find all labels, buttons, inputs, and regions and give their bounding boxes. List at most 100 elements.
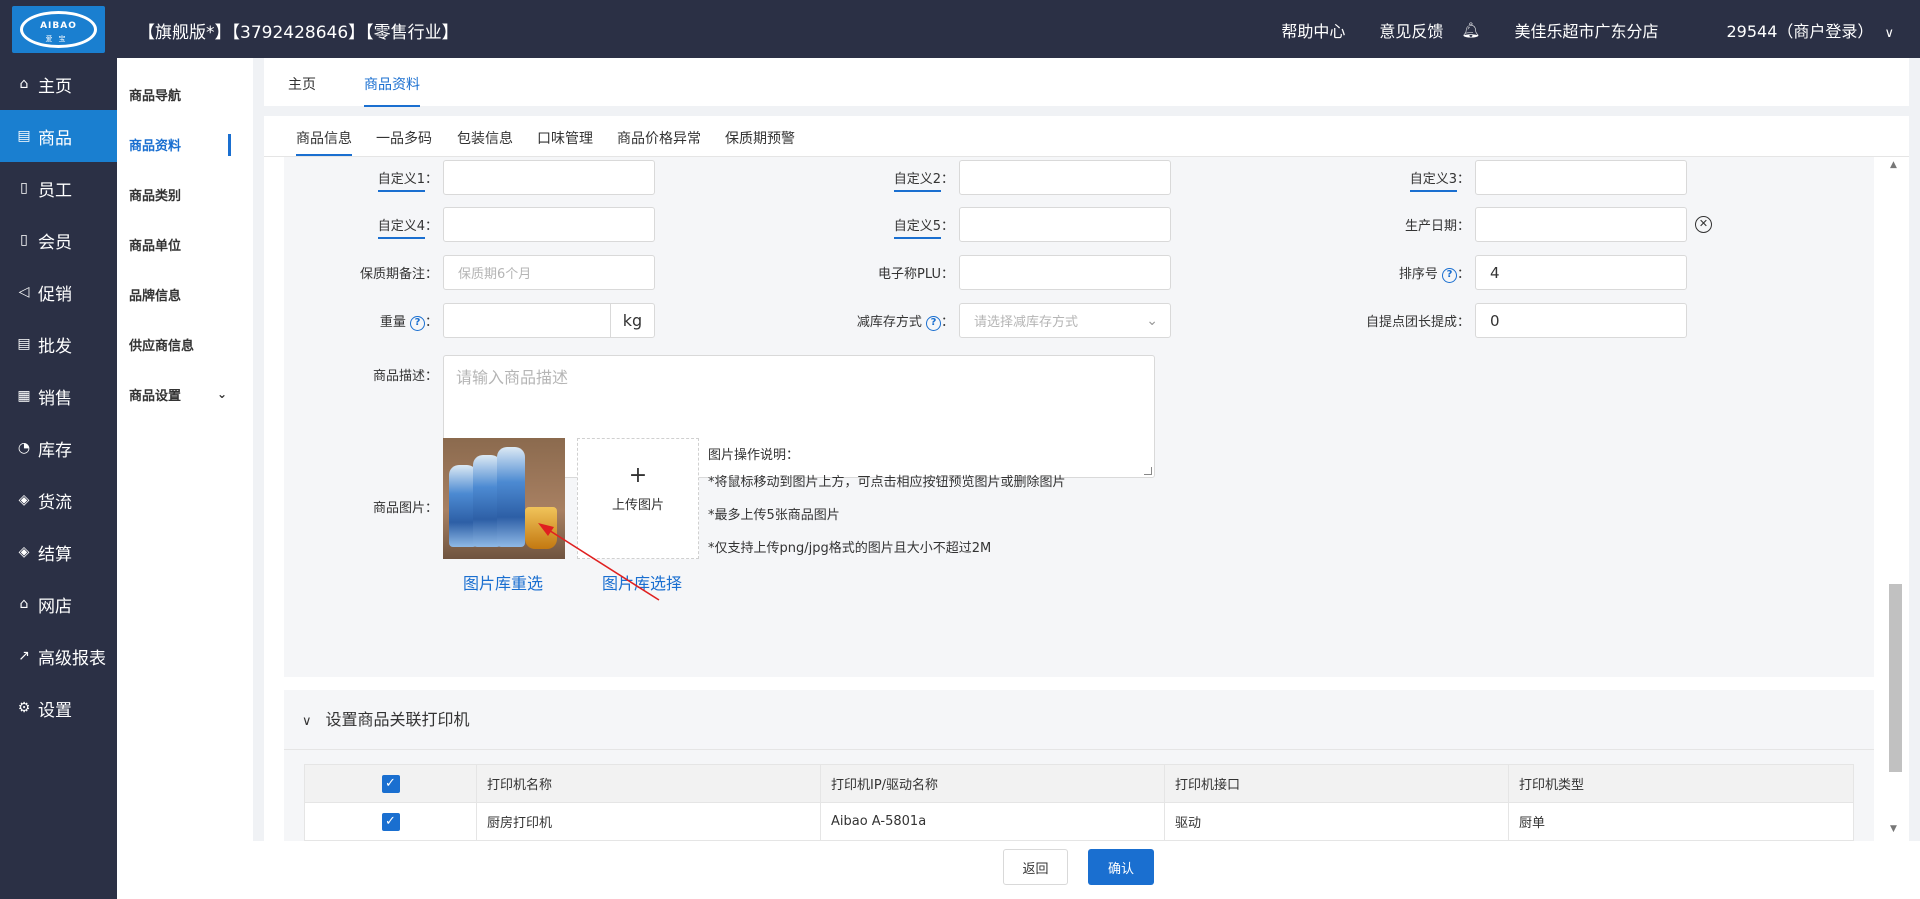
tab-multi-barcode[interactable]: 一品多码 [376,128,432,148]
app-title: 【旗舰版*】【3792428646】【零售行业】 [138,23,459,43]
sidebar-item-staff[interactable]: ▯ 员工 [0,162,117,214]
subnav-item-goods-nav[interactable]: 商品导航 [117,69,253,119]
tab-packaging[interactable]: 包装信息 [457,128,513,148]
subnav-item-goods-info[interactable]: 商品资料 [117,119,253,169]
select-all-cell: ✓ [305,765,477,802]
sidebar-item-label: 高级报表 [38,648,106,669]
resize-grip-icon[interactable] [1144,467,1152,475]
sidebar-item-promo[interactable]: ◁ 促销 [0,266,117,318]
custom3-input[interactable] [1475,160,1687,195]
plu-label: 电子称PLU： [878,267,954,282]
sidebar-item-label: 员工 [38,180,72,201]
row-select-cell: ✓ [305,803,477,840]
custom2-label-text: 自定义2 [893,172,941,192]
sidebar-item-label: 结算 [38,544,72,565]
main-sidebar: ⌂ 主页 ▤ 商品 ▯ 员工 ▯ 会员 ◁ 促销 ▤ 批发 ▦ 销售 ◔ 库存 ◈ 货流 ◈ 结算 … [0,58,117,899]
clear-date-icon[interactable]: ✕ [1695,216,1712,233]
printer-table: ✓ 打印机名称 打印机IP/驱动名称 打印机接口 打印机类型 ✓ 厨房打印机 A… [304,764,1854,842]
subnav-item-category[interactable]: 商品类别 [117,169,253,219]
logo-subtext: 爱宝 [45,35,72,43]
scrollbar-thumb[interactable] [1889,584,1902,772]
logo-oval: AIBAO 爱宝 [20,11,97,48]
sidebar-item-shop[interactable]: ⌂ 网店 [0,578,117,630]
member-icon: ▯ [20,232,28,248]
tab-goods-detail[interactable]: 商品信息 [296,128,352,156]
row-checkbox[interactable]: ✓ [381,812,400,831]
account-label: 29544（商户登录） [1726,22,1874,41]
column-header: 打印机类型 [1519,778,1585,793]
feedback-link[interactable]: 意见反馈 [1379,18,1443,42]
production-date-input[interactable] [1475,207,1687,242]
subnav-item-supplier[interactable]: 供应商信息 [117,319,253,369]
annotation-arrow [538,523,660,601]
sidebar-item-logistics[interactable]: ◈ 货流 [0,474,117,526]
sidebar-item-label: 网店 [38,596,72,617]
help-question-icon[interactable]: ? [1441,268,1457,283]
account-menu[interactable]: 29544（商户登录） ∨ [1692,18,1894,42]
tab-goods-info[interactable]: 商品资料 [364,74,420,107]
content-scrollbar[interactable]: ▲ ▼ [1886,160,1904,840]
stock-icon: ◔ [17,440,31,456]
printer-panel: ∨ 设置商品关联打印机 ✓ 打印机名称 打印机IP/驱动名称 打印机接口 打印机类… [284,690,1874,842]
scroll-down-icon[interactable]: ▼ [1890,824,1897,834]
printer-ip-cell: Aibao A-5801a [821,803,1165,840]
logistics-icon: ◈ [18,492,30,508]
main-content: 商品信息 一品多码 包装信息 口味管理 商品价格异常 保质期预警 自定义1： 自… [264,116,1909,842]
back-button[interactable]: 返回 [1003,849,1068,885]
sidebar-item-label: 商品 [38,128,72,149]
sales-icon: ▦ [17,388,31,404]
stock-reduce-placeholder: 请选择减库存方式 [974,315,1079,330]
commission-input[interactable]: 0 [1475,303,1687,338]
page-tabs: 主页 商品资料 [264,58,1909,107]
subnav-item-unit[interactable]: 商品单位 [117,219,253,269]
plu-input[interactable] [959,255,1171,290]
image-note-line: *最多上传5张商品图片 [708,508,840,523]
sidebar-item-member[interactable]: ▯ 会员 [0,214,117,266]
printer-panel-toggle[interactable]: ∨ 设置商品关联打印机 [302,706,470,730]
sort-no-input[interactable]: 4 [1475,255,1687,290]
help-center-link[interactable]: 帮助中心 [1281,18,1345,42]
sidebar-item-sales[interactable]: ▦ 销售 [0,370,117,422]
custom5-input[interactable] [959,207,1171,242]
printer-type-cell: 厨单 [1519,816,1546,831]
settle-icon: ◈ [18,544,30,560]
aibao-logo[interactable]: AIBAO 爱宝 [12,6,105,53]
stock-reduce-label-text: 减库存方式 [856,315,922,330]
table-row[interactable]: ✓ 厨房打印机 Aibao A-5801a 驱动 厨单 [305,803,1853,841]
store-name[interactable]: 美佳乐超市广东分店 [1514,18,1658,42]
sidebar-item-label: 主页 [38,76,72,97]
subnav-item-goods-settings[interactable]: 商品设置 ⌄ [117,369,253,419]
logo-text: AIBAO [40,21,77,31]
printer-panel-title: 设置商品关联打印机 [325,710,470,729]
confirm-button[interactable]: 确认 [1088,849,1154,885]
table-header-row: ✓ 打印机名称 打印机IP/驱动名称 打印机接口 打印机类型 [305,765,1853,803]
sidebar-item-home[interactable]: ⌂ 主页 [0,58,117,110]
sidebar-item-wholesale[interactable]: ▤ 批发 [0,318,117,370]
stock-reduce-select[interactable]: 请选择减库存方式 ⌄ [959,303,1171,338]
sidebar-item-goods[interactable]: ▤ 商品 [0,110,117,162]
sidebar-item-label: 设置 [38,700,72,721]
custom3-label[interactable]: 自定义3： [1340,168,1470,192]
home-icon: ⌂ [19,76,29,92]
sidebar-item-settings[interactable]: ⚙ 设置 [0,682,117,734]
tab-shelf-life-warning[interactable]: 保质期预警 [725,128,795,148]
chevron-down-icon: ∨ [302,714,312,729]
bell-icon[interactable]: 🔔︎ [1461,21,1480,39]
sidebar-item-stock[interactable]: ◔ 库存 [0,422,117,474]
custom5-label[interactable]: 自定义5： [824,215,954,239]
tab-price-abnormal[interactable]: 商品价格异常 [617,128,701,148]
tab-home[interactable]: 主页 [288,74,316,94]
custom5-label-text: 自定义5 [893,219,941,239]
custom2-input[interactable] [959,160,1171,195]
custom2-label[interactable]: 自定义2： [824,168,954,192]
sidebar-item-label: 销售 [38,388,72,409]
sidebar-item-settle[interactable]: ◈ 结算 [0,526,117,578]
select-all-checkbox[interactable]: ✓ [381,774,400,793]
subnav-item-brand[interactable]: 品牌信息 [117,269,253,319]
scroll-up-icon[interactable]: ▲ [1890,160,1897,170]
tab-flavor[interactable]: 口味管理 [537,128,593,148]
divider [284,749,1874,750]
sidebar-item-report[interactable]: ↗ 高级报表 [0,630,117,682]
sort-no-label-text: 排序号 [1398,267,1438,282]
help-question-icon[interactable]: ? [925,316,941,331]
